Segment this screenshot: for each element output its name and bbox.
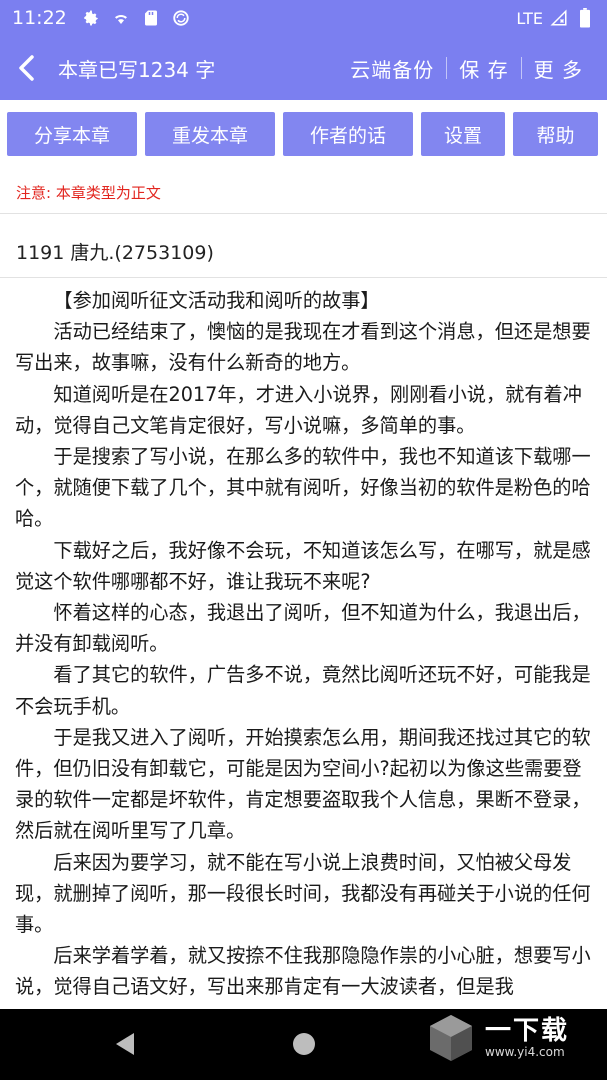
content-paragraph: 后来因为要学习，就不能在写小说上浪费时间，又怕被父母发现，就删掉了阅听，那一段很… bbox=[15, 850, 591, 937]
status-time: 11:22 bbox=[12, 7, 67, 29]
content-paragraph: 后来学着学着，就又按捺不住我那隐隐作祟的小心脏，想要写小说，觉得自己语文好，写出… bbox=[15, 944, 591, 999]
content-paragraph: 怀着这样的心态，我退出了阅听，但不知道为什么，我退出后，并没有卸载阅听。 bbox=[15, 601, 591, 656]
more-button[interactable]: 更 多 bbox=[522, 54, 595, 83]
divider bbox=[0, 277, 607, 278]
chapter-toolbar: 分享本章 重发本章 作者的话 设置 帮助 bbox=[0, 100, 607, 168]
network-type: LTE bbox=[516, 8, 543, 28]
sync-icon bbox=[171, 8, 191, 28]
chapter-body-editor[interactable]: 【参加阅听征文活动我和阅听的故事】 活动已经结束了，懊恼的是我现在才看到这个消息… bbox=[15, 285, 595, 1009]
gear-icon bbox=[81, 8, 101, 28]
republish-chapter-button[interactable]: 重发本章 bbox=[145, 112, 275, 156]
page-title: 本章已写1234 字 bbox=[58, 57, 216, 82]
content-paragraph: 活动已经结束了，懊恼的是我现在才看到这个消息，但还是想要写出来，故事嘛，没有什么… bbox=[15, 320, 591, 375]
content-heading: 【参加阅听征文活动我和阅听的故事】 bbox=[53, 289, 380, 312]
chapter-type-notice: 注意: 本章类型为正文 bbox=[16, 184, 161, 202]
chapter-title[interactable]: 1191 唐九.(2753109) bbox=[16, 238, 214, 265]
watermark-url: www.yi4.com bbox=[485, 1044, 565, 1059]
content-paragraph: 看了其它的软件，广告多不说，竟然比阅听还玩不好，可能我是不会玩手机。 bbox=[15, 663, 591, 718]
cube-logo-icon bbox=[430, 1015, 472, 1061]
back-button[interactable] bbox=[0, 36, 52, 100]
cloud-backup-button[interactable]: 云端备份 bbox=[338, 54, 446, 83]
save-button[interactable]: 保 存 bbox=[447, 54, 520, 83]
author-note-button[interactable]: 作者的话 bbox=[283, 112, 413, 156]
status-bar: 11:22 LTE bbox=[0, 0, 607, 36]
watermark-brand: 一下载 bbox=[485, 1016, 570, 1047]
content-paragraph: 于是搜索了写小说，在那么多的软件中，我也不知道该下载哪一个，就随便下载了几个，其… bbox=[15, 445, 591, 531]
chevron-left-icon bbox=[19, 55, 34, 81]
site-watermark: 一下载 www.yi4.com bbox=[425, 1010, 595, 1066]
sd-card-icon bbox=[141, 8, 161, 28]
nav-back-icon[interactable] bbox=[112, 1031, 138, 1057]
divider bbox=[0, 213, 607, 214]
help-button[interactable]: 帮助 bbox=[513, 112, 598, 156]
signal-icon bbox=[549, 8, 569, 28]
content-paragraph: 知道阅听是在2017年，才进入小说界，刚刚看小说，就有着冲动，觉得自己文笔肯定很… bbox=[15, 382, 582, 437]
content-paragraph: 于是我又进入了阅听，开始摸索怎么用，期间我还找过其它的软件，但仍旧没有卸载它，可… bbox=[15, 725, 591, 843]
nav-home-icon[interactable] bbox=[291, 1031, 317, 1057]
content-paragraph: 下载好之后，我好像不会玩，不知道该怎么写，在哪写，就是感觉这个软件哪哪都不好，谁… bbox=[15, 538, 591, 593]
app-bar: 本章已写1234 字 云端备份 保 存 更 多 bbox=[0, 36, 607, 100]
wifi-icon bbox=[111, 8, 131, 28]
settings-button[interactable]: 设置 bbox=[421, 112, 505, 156]
battery-icon bbox=[575, 8, 595, 28]
share-chapter-button[interactable]: 分享本章 bbox=[7, 112, 137, 156]
